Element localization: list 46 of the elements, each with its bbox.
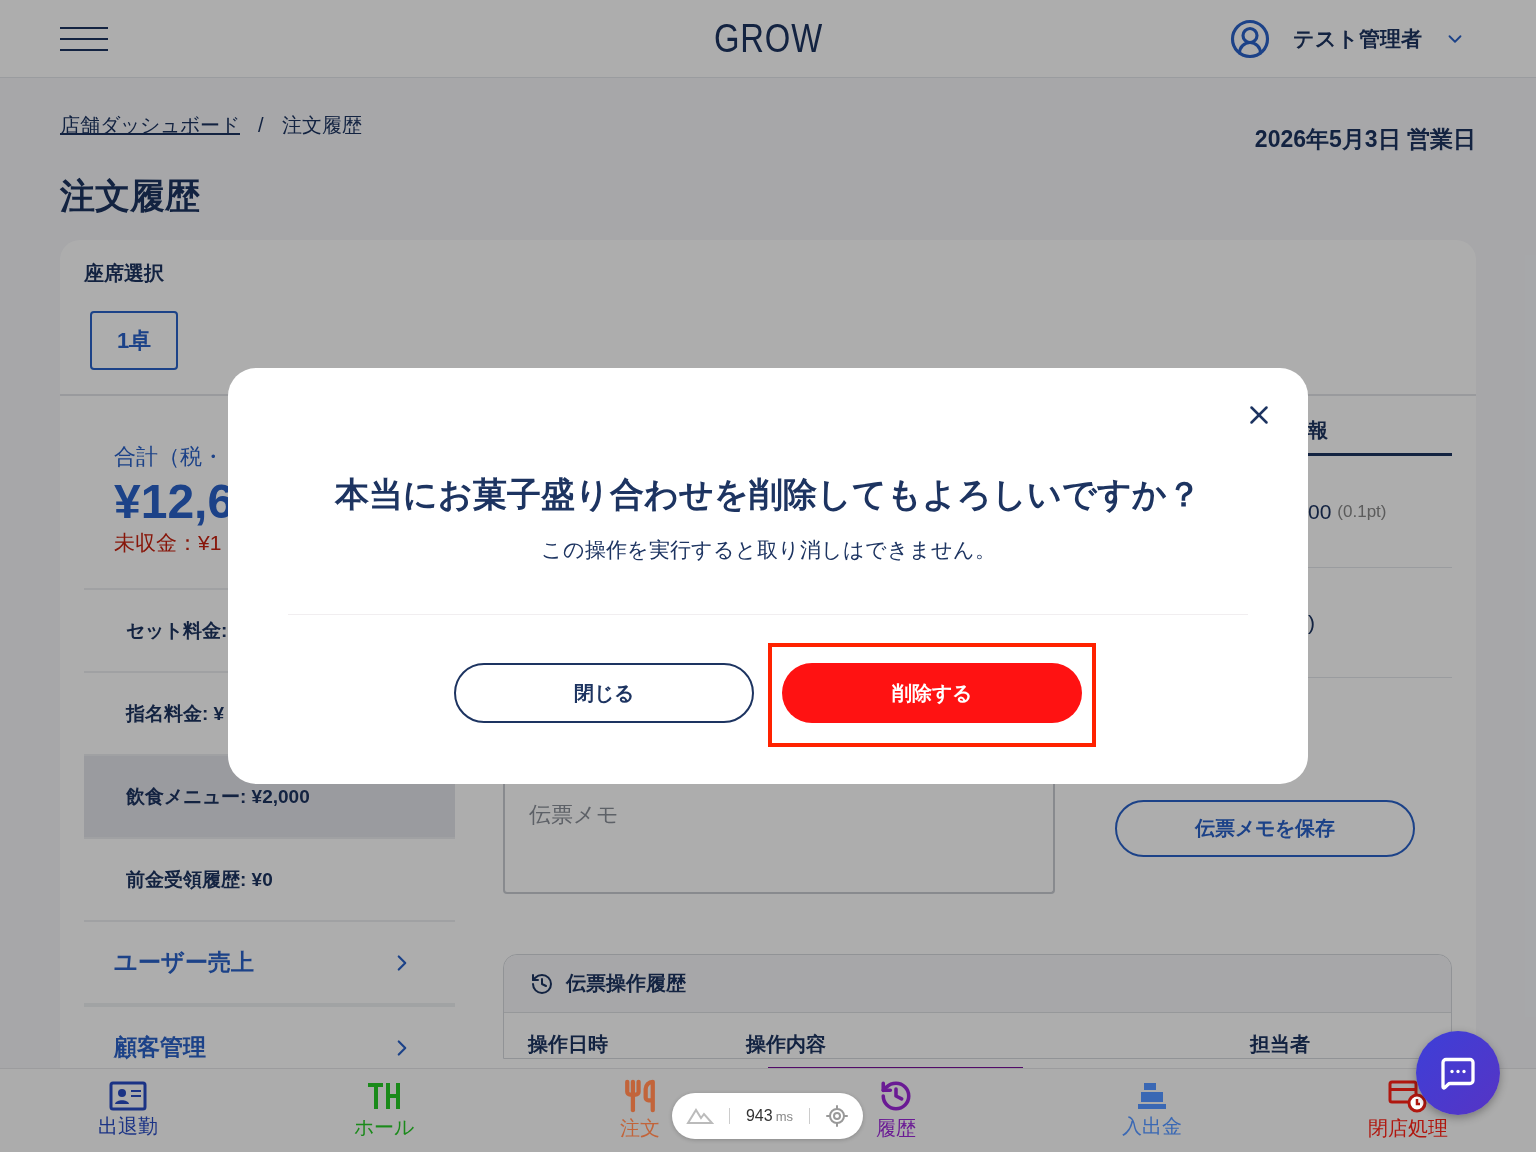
utensils-icon — [623, 1079, 657, 1113]
user-icon[interactable] — [1229, 17, 1271, 60]
dialog-title: 本当にお菓子盛り合わせを削除してもよろしいですか？ — [335, 474, 1201, 515]
total-amount: ¥12,6 — [114, 476, 235, 529]
nav-item[interactable]: 入出金 — [1024, 1069, 1280, 1152]
menu-icon[interactable] — [60, 24, 108, 53]
nav-item[interactable]: 出退勤 — [0, 1069, 256, 1152]
nav-label: 入出金 — [1122, 1114, 1182, 1139]
column-header: 操作日時 — [528, 1032, 609, 1057]
nav-label: 出退勤 — [98, 1114, 158, 1139]
user-name[interactable]: テスト管理者 — [1293, 24, 1422, 53]
section-label: 座席選択 — [84, 261, 165, 286]
business-date: 2026年5月3日 営業日 — [1254, 125, 1476, 154]
tables-icon — [367, 1080, 401, 1112]
total-label: 合計（税・ — [114, 443, 224, 471]
history-icon — [879, 1079, 913, 1113]
column-header: 担当者 — [1250, 1032, 1311, 1057]
store-clock-icon — [1388, 1079, 1428, 1113]
page-title: 注文履歴 — [60, 175, 201, 217]
history-icon — [530, 971, 554, 996]
delete-button[interactable]: 削除する — [782, 663, 1082, 723]
chat-icon[interactable] — [1440, 1055, 1476, 1091]
dialog-message: この操作を実行すると取り消しはできません。 — [540, 537, 996, 563]
crosshair-icon[interactable] — [825, 1104, 849, 1128]
nav-label: ホール — [354, 1115, 414, 1140]
info-value: ) — [1308, 610, 1315, 635]
mountain-icon — [686, 1107, 714, 1125]
nav-label: 閉店処理 — [1368, 1116, 1448, 1141]
nav-item[interactable]: 閉店処理 — [1280, 1069, 1536, 1152]
response-time: 943 ms — [745, 1107, 793, 1125]
id-card-icon — [109, 1081, 147, 1111]
column-header: 操作内容 — [746, 1032, 827, 1057]
info-value: 00 — [1308, 499, 1332, 524]
info-note: (0.1pt) — [1337, 501, 1387, 522]
nav-label: 注文 — [620, 1116, 660, 1141]
logo: GROW — [713, 16, 823, 61]
breadcrumb-link[interactable]: 店舗ダッシュボード — [60, 112, 240, 139]
breadcrumb-separator: / — [258, 114, 264, 137]
unpaid-amount: 未収金：¥1 — [114, 529, 222, 556]
nav-label: 履歴 — [876, 1116, 916, 1141]
breadcrumb-current: 注文履歴 — [281, 113, 362, 138]
seat-button[interactable]: 1卓 — [90, 311, 178, 370]
history-title: 伝票操作履歴 — [566, 971, 686, 996]
save-memo-button[interactable]: 伝票メモを保存 — [1115, 800, 1415, 857]
close-dialog-button[interactable]: 閉じる — [454, 663, 754, 723]
cash-register-icon — [1136, 1081, 1168, 1111]
